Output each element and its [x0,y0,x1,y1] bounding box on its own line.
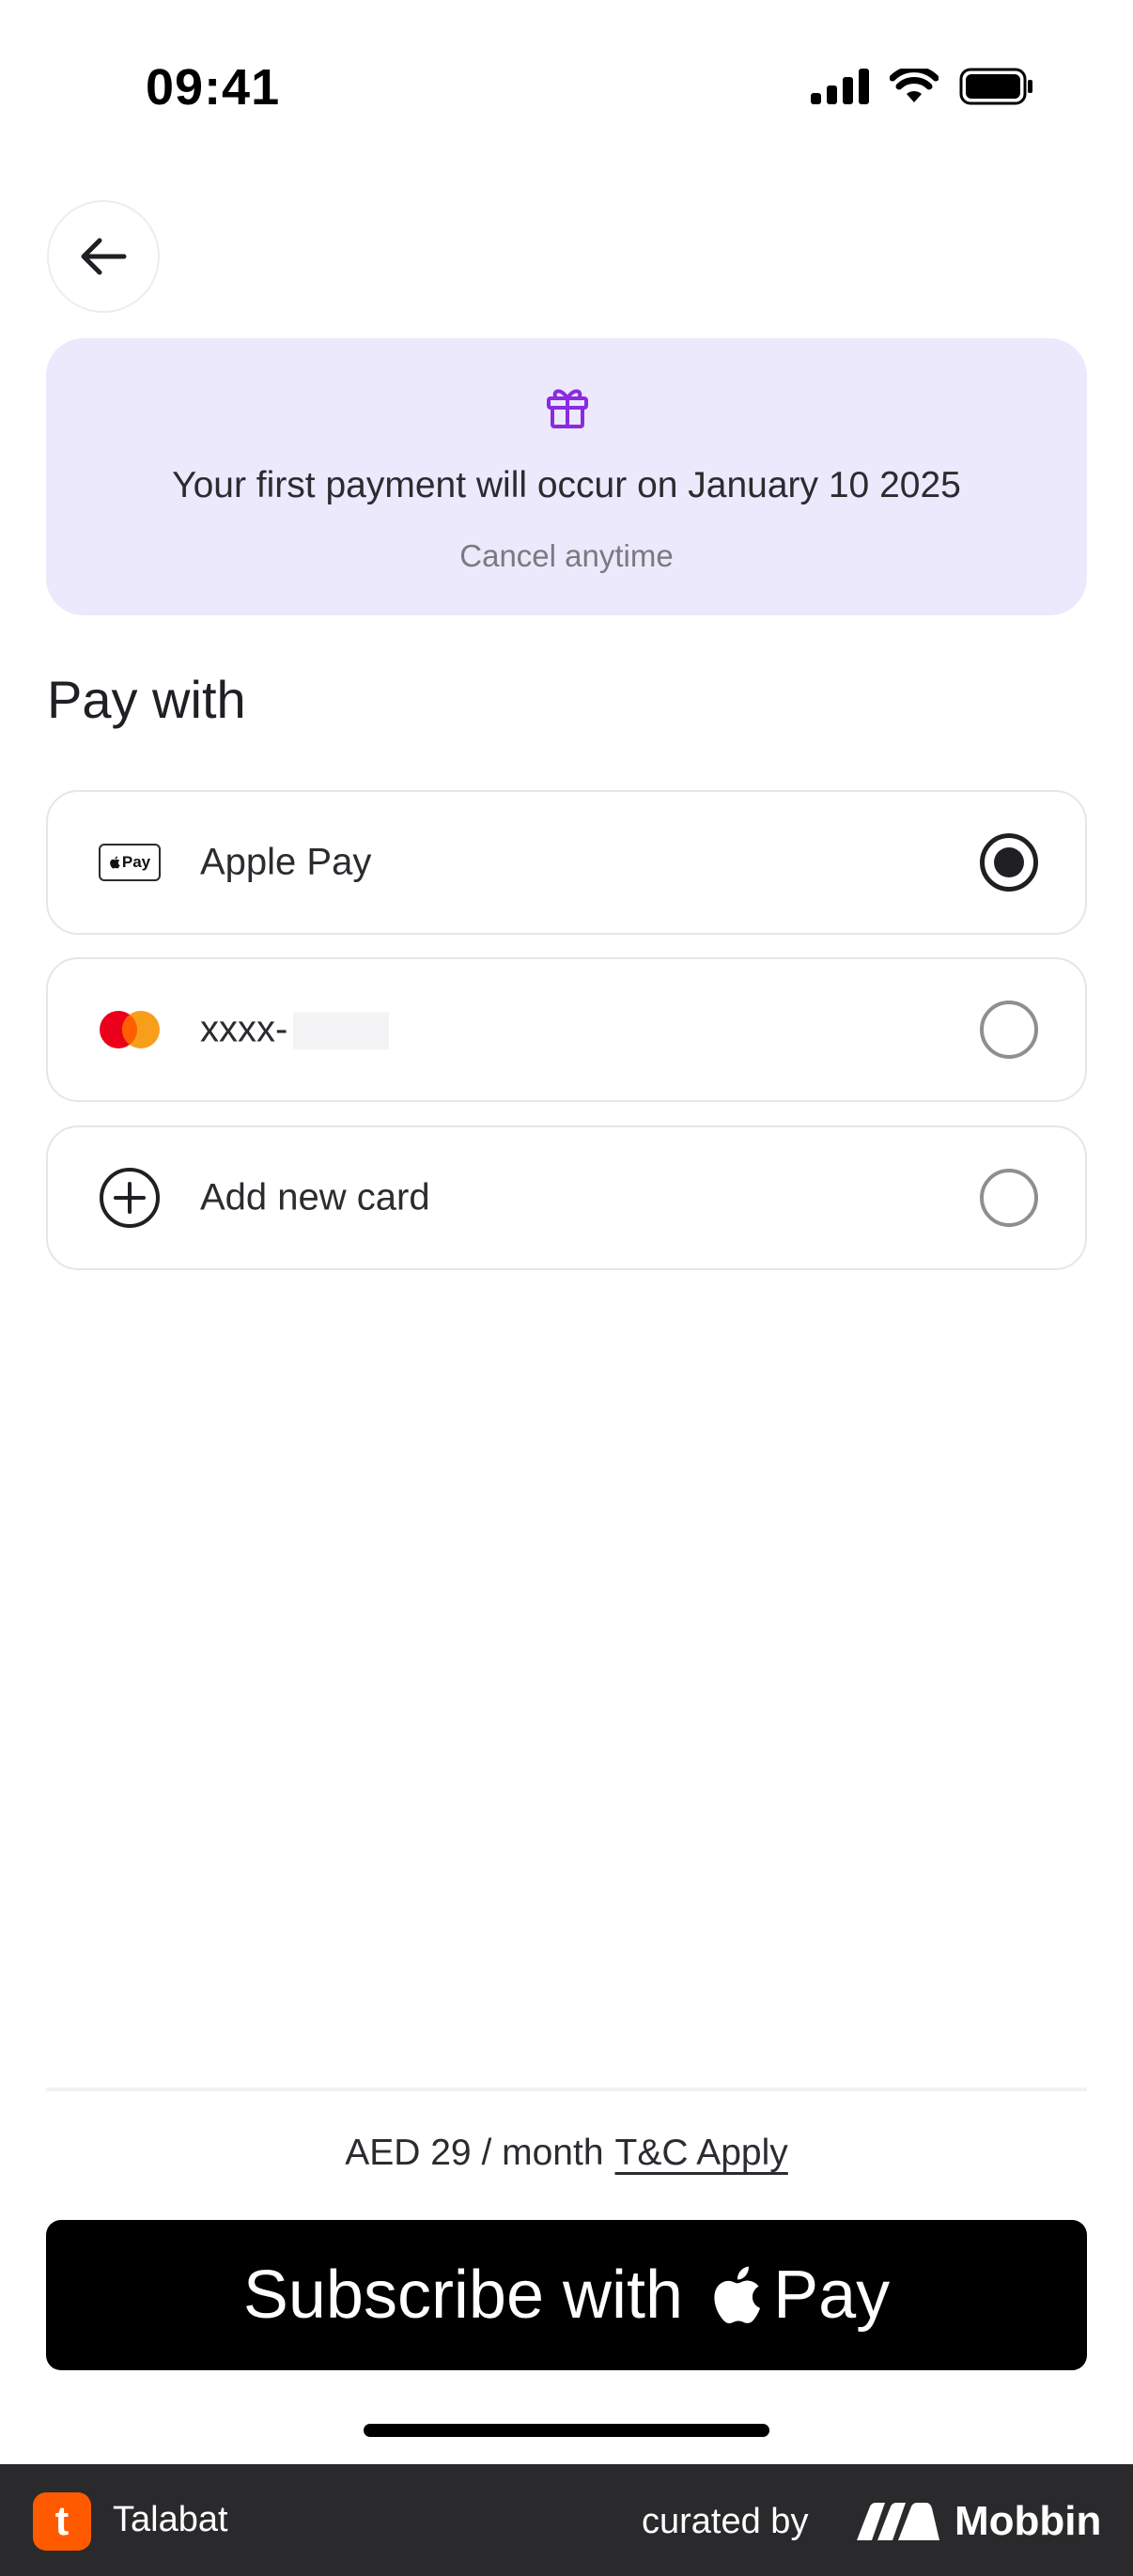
talabat-logo-icon: t [33,2492,91,2551]
payment-option-saved-card[interactable]: xxxx- [46,957,1087,1102]
app-name: Talabat [113,2500,228,2539]
apple-pay-radio[interactable] [980,833,1038,892]
mobbin-mark-icon [857,2503,939,2540]
masked-card-digits [293,1012,390,1050]
price-line: AED 29 / month T&C Apply [0,2133,1133,2174]
status-time: 09:41 [146,59,281,116]
back-button[interactable] [47,200,160,313]
apple-pay-icon: Pay [99,844,161,881]
mobbin-logo: Mobbin [857,2498,1101,2545]
wifi-icon [890,69,939,102]
add-card-radio[interactable] [980,1169,1038,1227]
subscribe-with-apple-pay-button[interactable]: Subscribe with Pay [46,2220,1087,2370]
cellular-signal-icon [811,69,869,104]
saved-card-radio[interactable] [980,1001,1038,1059]
talabat-logo-letter: t [54,2498,70,2544]
pay-with-title: Pay with [47,670,246,729]
status-bar: 09:41 [0,0,1133,178]
payment-option-apple-pay[interactable]: Pay Apple Pay [46,790,1087,935]
payment-option-add-card[interactable]: Add new card [46,1125,1087,1270]
battery-icon [959,68,1032,105]
add-new-card-label: Add new card [200,1176,430,1218]
cancel-anytime-text: Cancel anytime [459,538,674,573]
card-number-prefix: xxxx- [200,1008,288,1050]
apple-logo-icon [709,2264,762,2326]
saved-card-label: xxxx- [200,1008,390,1051]
subscribe-prefix: Subscribe with [242,2258,684,2333]
bottom-divider [46,2087,1087,2091]
mastercard-icon [100,1011,160,1048]
curated-by-text: curated by [642,2502,809,2541]
home-indicator [364,2424,769,2437]
footer-bar: t Talabat curated by Mobbin [0,2464,1133,2576]
first-payment-text: Your first payment will occur on January… [172,465,961,505]
subscribe-suffix: Pay [773,2258,891,2333]
tc-apply-link[interactable]: T&C Apply [615,2133,788,2173]
arrow-left-icon [81,238,127,275]
status-icons [811,68,1034,105]
apple-pay-label: Apple Pay [200,841,372,883]
plus-circle-icon [100,1168,160,1228]
first-payment-banner: Your first payment will occur on January… [46,338,1087,615]
apple-pay-badge-text: Pay [121,853,151,871]
gift-icon [547,389,588,428]
price-text: AED 29 / month [345,2133,604,2173]
mobbin-text: Mobbin [955,2498,1102,2544]
screen: 09:41 Your first payment will occur on J… [0,0,1133,2576]
